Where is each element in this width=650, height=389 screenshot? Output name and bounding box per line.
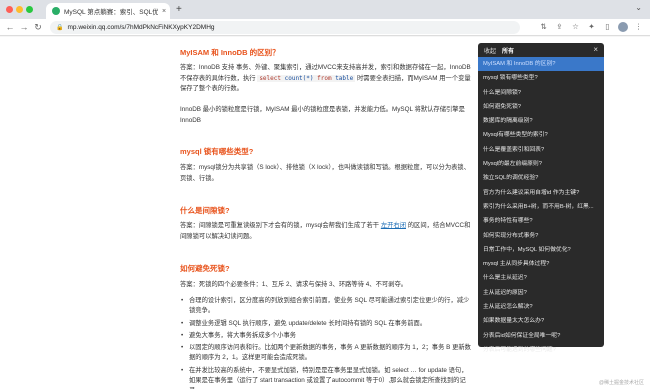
toc-item[interactable]: 如何避免死锁? xyxy=(478,100,604,114)
reload-icon[interactable]: ↻ xyxy=(32,21,44,34)
toc-item[interactable]: 如果数据量太大怎么办? xyxy=(478,314,604,328)
more-menu-icon[interactable]: ⋮ xyxy=(633,21,644,33)
forward-arrow-icon[interactable]: → xyxy=(18,21,30,34)
sidebar-icon[interactable]: ▯ xyxy=(602,21,613,33)
translate-icon[interactable]: ⇅ xyxy=(538,21,549,33)
section-title-lock-types: mysql 锁有哪些类型? xyxy=(180,147,254,156)
deadlock-tips-list: 合理的设计索引，区分度高的列放到组合索引前面，使业务 SQL 尽可能通过索引定位… xyxy=(180,296,472,389)
bookmark-star-icon[interactable]: ☆ xyxy=(570,21,581,33)
new-tab-button[interactable]: + xyxy=(176,4,182,15)
back-arrow-icon[interactable]: ← xyxy=(4,21,16,34)
toc-item[interactable]: 什么是覆盖索引和回表? xyxy=(478,143,604,157)
section-title-avoid-deadlock: 如何避免死锁? xyxy=(180,264,230,273)
inline-code: select count(*) from table xyxy=(257,74,356,82)
section-paragraph: 答案：InnoDB 支持 事务、外键、聚集索引，通过MVCC来支持高并发，索引和… xyxy=(180,64,471,92)
toc-item[interactable]: 主从延迟怎么解决? xyxy=(478,300,604,314)
browser-tab-bar: MySQL 第点躺赛：索引、SQL优... × + ⌄ xyxy=(0,0,650,19)
toc-item[interactable]: 索引为什么采用B+树，而不用B-树，红黑... xyxy=(478,200,604,214)
toc-item[interactable]: Mysql有哪些类型的索引? xyxy=(478,128,604,142)
url-text: mp.weixin.qq.com/s/7hMdPkNcFiNKXypKY2DMH… xyxy=(67,24,215,31)
toc-all-tab[interactable]: 所有 xyxy=(502,46,514,55)
browser-tab[interactable]: MySQL 第点躺赛：索引、SQL优... × xyxy=(46,3,170,19)
toc-item[interactable]: 数据库的隔离级别? xyxy=(478,114,604,128)
extensions-puzzle-icon[interactable]: ✦ xyxy=(586,21,597,33)
toc-close-icon[interactable]: × xyxy=(593,45,598,54)
page-content: MyISAM 和 InnoDB 的区别？ 答案：InnoDB 支持 事务、外键、… xyxy=(0,37,650,389)
close-window-dot[interactable] xyxy=(6,6,13,13)
toc-item[interactable]: 如何实现分布式事务? xyxy=(478,229,604,243)
toc-item[interactable]: 什么是间隙锁? xyxy=(478,86,604,100)
tab-search-chevron-icon[interactable]: ⌄ xyxy=(635,3,642,12)
list-item: 在并发比较高的系统中，不要显式加锁，特别是是在事务里显式加锁。如 select … xyxy=(180,366,472,389)
table-of-contents-panel: 收起 所有 × MyISAM 和 InnoDB 的区别? mysql 锁有哪些类… xyxy=(478,43,604,353)
section-title-gap-lock: 什么是间隙锁? xyxy=(180,206,230,215)
toc-item[interactable]: 日常工作中，MySQL 如何做优化? xyxy=(478,243,604,257)
wechat-favicon-icon xyxy=(52,7,60,15)
list-item: 合理的设计索引，区分度高的列放到组合索引前面，使业务 SQL 尽可能通过索引定位… xyxy=(180,296,472,317)
url-omnibox[interactable]: 🔒 mp.weixin.qq.com/s/7hMdPkNcFiNKXypKY2D… xyxy=(50,21,520,34)
toc-item[interactable]: 分表后id如何保证全局唯一呢? xyxy=(478,329,604,343)
watermark: @稀土掘金技术社区 xyxy=(598,380,644,386)
lock-icon: 🔒 xyxy=(56,25,64,31)
toc-item[interactable]: 官方为什么建议采用自增id 作为主键? xyxy=(478,186,604,200)
section-paragraph: 答案：mysql锁分为共享锁（S lock）、排他锁（X lock），也叫做读锁… xyxy=(180,164,471,182)
toc-item[interactable]: Mysql的最左前缀原则? xyxy=(478,157,604,171)
toolbar-icons: ⇅ ⇪ ☆ ✦ ▯ ⋮ xyxy=(538,21,644,33)
toc-header: 收起 所有 × xyxy=(478,43,604,57)
share-icon[interactable]: ⇪ xyxy=(554,21,565,33)
section-paragraph: InnoDB 最小的锁粒度是行锁，MyISAM 最小的锁粒度是表锁，并发能力低。… xyxy=(180,106,465,124)
section-paragraph: 答案：间隙锁是可重复读级别下才会有的锁，mysql会帮我们生成了若干 左开右闭 … xyxy=(180,222,471,240)
toc-item[interactable]: 主从延迟的原因? xyxy=(478,286,604,300)
toc-item[interactable]: 什么是主从延迟? xyxy=(478,271,604,285)
toc-item[interactable]: 事务的特性有哪些? xyxy=(478,214,604,228)
toc-item[interactable]: mysql 锁有哪些类型? xyxy=(478,71,604,85)
section-title-myisam-innodb: MyISAM 和 InnoDB 的区别？ xyxy=(180,48,280,57)
highlight-link[interactable]: 左开右闭 xyxy=(381,222,406,229)
minimize-window-dot[interactable] xyxy=(16,6,23,13)
address-toolbar: ← → ↻ 🔒 mp.weixin.qq.com/s/7hMdPkNcFiNKX… xyxy=(0,19,650,36)
maximize-window-dot[interactable] xyxy=(26,6,33,13)
toc-list: MyISAM 和 InnoDB 的区别? mysql 锁有哪些类型? 什么是间隙… xyxy=(478,57,604,357)
toc-item[interactable]: 分表后可能遇到的哪些问题? xyxy=(478,343,604,357)
list-item: 以固定的顺序访问表和行。比如两个更新数据的事务，事务 A 更新数据的顺序为 1，… xyxy=(180,343,472,364)
toc-item[interactable]: 独立SQL的调优经验? xyxy=(478,171,604,185)
profile-avatar[interactable] xyxy=(618,22,628,32)
toc-item[interactable]: mysql 主从同步具体过程? xyxy=(478,257,604,271)
tab-close-icon[interactable]: × xyxy=(158,8,170,15)
section-paragraph: 答案：死锁的四个必要条件：1、互斥 2、请求与保持 3、环路等待 4、不可剥夺。 xyxy=(180,281,408,288)
tab-title: MySQL 第点躺赛：索引、SQL优... xyxy=(64,9,158,16)
toc-item[interactable]: MyISAM 和 InnoDB 的区别? xyxy=(478,57,604,72)
list-item: 调整业务逻辑 SQL 执行顺序，避免 update/delete 长时间持有锁的… xyxy=(180,319,472,330)
list-item: 避免大事务，将大事务拆成多个小事务 xyxy=(180,331,472,342)
toc-collapse-tab[interactable]: 收起 xyxy=(484,46,496,55)
